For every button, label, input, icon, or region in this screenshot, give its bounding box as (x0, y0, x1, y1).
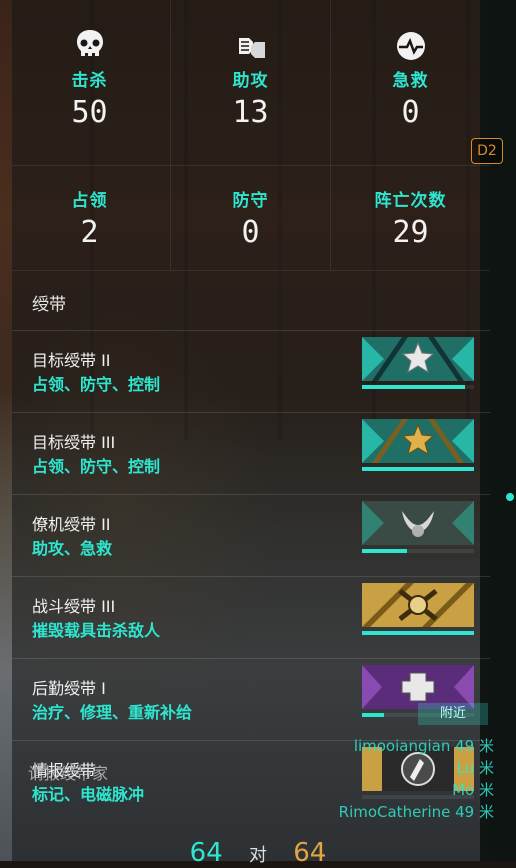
ribbon-desc: 标记、电磁脉冲 (32, 785, 145, 804)
ribbon-progress (362, 467, 474, 471)
ribbon-name: 僚机绶带 II (32, 515, 111, 534)
stat-label: 助攻 (232, 71, 269, 91)
nearby-player: Lu 米 (456, 759, 494, 777)
side-tag: D2 (471, 138, 503, 164)
ghost-text: 请报绶带家 (28, 764, 109, 783)
stat-revives: 急救 0 (331, 26, 490, 130)
ribbon-name: 目标绶带 II (32, 351, 111, 370)
ribbon-row[interactable]: 目标绶带 II 占领、防守、控制 (12, 330, 490, 413)
stat-label: 占领 (71, 191, 108, 211)
stat-assists: 助攻 13 (171, 26, 330, 130)
ribbon-progress (362, 713, 384, 717)
ribbon-desc: 摧毁载具击杀敌人 (32, 621, 161, 640)
team-score: 64 对 64 (0, 838, 516, 868)
divider (12, 165, 490, 166)
nearby-player: RimoCatherine 49 米 (338, 803, 494, 821)
stat-label: 急救 (392, 71, 429, 91)
silver-star-ribbon-icon (362, 337, 474, 381)
stat-defends: 防守 0 (171, 186, 330, 250)
heartbeat-icon (396, 32, 425, 60)
ribbon-desc: 助攻、急救 (32, 539, 113, 558)
stat-label: 击杀 (71, 71, 108, 91)
stat-label: 防守 (232, 191, 269, 211)
ribbon-progress (362, 385, 465, 389)
stat-value: 13 (232, 95, 269, 130)
stat-value: 29 (392, 215, 429, 250)
stat-value: 50 (71, 95, 108, 130)
divider (12, 270, 490, 271)
fist-bump-icon (238, 38, 265, 58)
nearby-player: limooiangian 49 米 (353, 737, 494, 755)
stat-deaths: 阵亡次数 29 (331, 186, 490, 250)
ribbon-name: 目标绶带 III (32, 433, 116, 452)
ribbon-desc: 占领、防守、控制 (32, 375, 161, 394)
ribbon-desc: 治疗、修理、重新补给 (32, 703, 193, 722)
team-b-score: 64 (293, 838, 327, 868)
nearby-player: Mo 米 (452, 781, 494, 799)
ribbon-progress (362, 631, 474, 635)
gold-star-ribbon-icon (362, 419, 474, 463)
ribbons-title: 绶带 (32, 295, 66, 315)
ribbon-name: 后勤绶带 I (32, 679, 106, 698)
stat-label: 阵亡次数 (374, 191, 447, 211)
ribbon-progress (362, 549, 407, 553)
nearby-player-list: limooiangian 49 米 Lu 米 Mo 米 RimoCatherin… (339, 735, 494, 823)
skull-icon (76, 30, 103, 56)
stat-kills: 击杀 50 (10, 26, 169, 130)
ribbon-row[interactable]: 后勤绶带 I 治疗、修理、重新补给 (12, 658, 490, 741)
objective-marker (506, 493, 514, 501)
team-a-score: 64 (189, 838, 223, 868)
ribbon-row[interactable]: 战斗绶带 III 摧毁载具击杀敌人 (12, 576, 490, 659)
wingman-ribbon-icon (362, 501, 474, 545)
combat-ribbon-icon (362, 583, 474, 627)
ribbon-desc: 占领、防守、控制 (32, 457, 161, 476)
stat-captures: 占领 2 (10, 186, 169, 250)
stat-value: 2 (80, 215, 99, 250)
ribbon-name: 战斗绶带 III (32, 597, 116, 616)
ribbon-row[interactable]: 僚机绶带 II 助攻、急救 (12, 494, 490, 577)
nearby-label: 附近 (418, 703, 488, 725)
ribbon-row[interactable]: 目标绶带 III 占领、防守、控制 (12, 412, 490, 495)
stat-value: 0 (241, 215, 260, 250)
score-vs: 对 (249, 845, 267, 866)
stat-value: 0 (401, 95, 420, 130)
